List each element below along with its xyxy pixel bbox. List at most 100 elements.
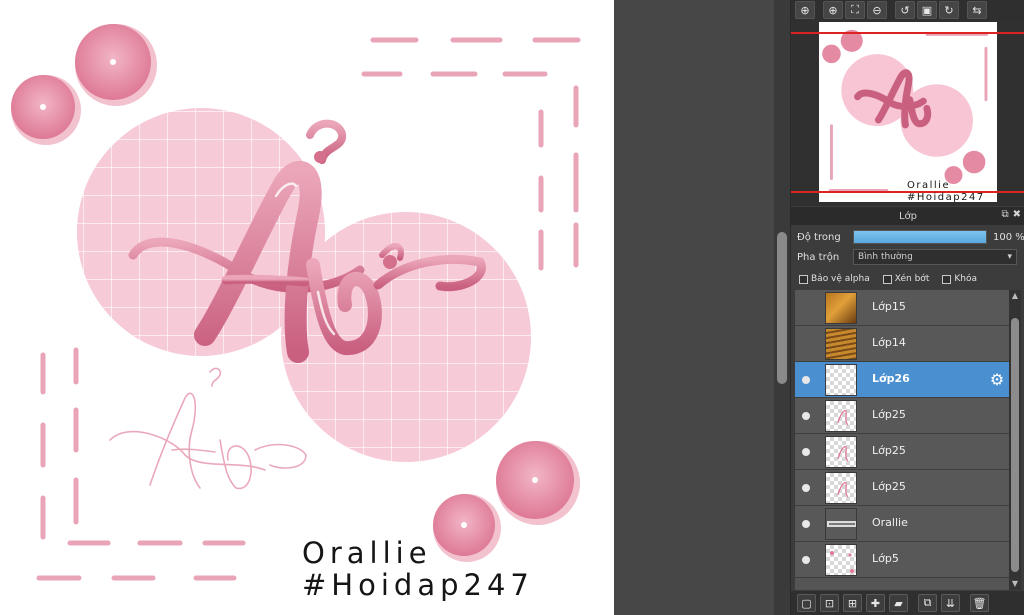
popout-icon[interactable]: ⧉ [1001, 209, 1008, 220]
scroll-up-icon[interactable]: ▲ [1009, 290, 1021, 302]
chevron-down-icon: ▾ [1007, 252, 1012, 262]
layer-thumbnail [825, 328, 857, 360]
signature-tag: #Hoidap247 [302, 568, 534, 602]
rotate-left-icon[interactable]: ↺ [895, 1, 915, 19]
visibility-toggle[interactable] [799, 519, 813, 528]
canvas-vertical-scrollbar[interactable] [774, 0, 790, 615]
sketch-mark [837, 445, 849, 462]
protect-alpha-checkbox[interactable]: Bảo vệ alpha [799, 274, 870, 284]
zoom-fit-icon[interactable]: ⊕ [795, 1, 815, 19]
checkbox-box[interactable] [882, 274, 892, 284]
new-layer-icon[interactable]: ▢ [797, 594, 816, 612]
eye-icon [802, 411, 810, 420]
layer-panel-header: Lớp ⧉ ✖ [791, 207, 1024, 225]
navigator-thumbnail [819, 22, 997, 202]
navigator-toolbar: ⊕ ⊕ ⛶ ⊖ ↺ ▣ ↻ ⇆ [791, 0, 1024, 20]
scroll-down-icon[interactable]: ▼ [1009, 578, 1021, 590]
signature-name: Orallie [302, 536, 432, 570]
fullscreen-icon[interactable]: ▣ [917, 1, 937, 19]
layer-list[interactable]: Lớp15 Lớp14 Lớp26 ⚙ Lớp25 Lớp25 Lớp25 Orallie Lớ… [795, 290, 1009, 590]
sketch-mark [837, 481, 849, 498]
layer-name: Lớp15 [872, 300, 906, 313]
layer-options: Bảo vệ alpha Xén bớt Khóa [791, 270, 1024, 288]
artwork [11, 24, 581, 581]
checkbox-box[interactable] [799, 274, 808, 284]
layer-name: Lớp25 [872, 444, 906, 457]
drawing-canvas[interactable]: Orallie #Hoidap247 [0, 0, 614, 615]
checkbox-box[interactable] [942, 274, 952, 284]
gear-icon[interactable]: ⚙ [987, 370, 1007, 390]
fit-window-icon[interactable]: ⛶ [845, 1, 865, 19]
zoom-out-icon[interactable]: ⊖ [867, 1, 887, 19]
visibility-toggle[interactable] [799, 483, 813, 492]
canvas-background [614, 0, 774, 615]
rotate-right-icon[interactable]: ↻ [939, 1, 959, 19]
layer-thumbnail [825, 400, 857, 432]
layer-list-scroll-thumb[interactable] [1011, 318, 1019, 572]
lock-checkbox[interactable]: Khóa [942, 274, 977, 284]
layer-thumbnail [825, 472, 857, 504]
add-effect-icon[interactable]: ✚ [866, 594, 885, 612]
layer-row[interactable]: Lớp25 [795, 398, 1009, 434]
layer-thumbnail [825, 364, 857, 396]
new-raster-icon[interactable]: ⊡ [820, 594, 839, 612]
layer-row[interactable]: Lớp25 [795, 470, 1009, 506]
layer-row[interactable]: Orallie [795, 506, 1009, 542]
thumbnail-art [822, 29, 989, 192]
eye-icon [802, 375, 810, 384]
duplicate-icon[interactable]: ⧉ [918, 594, 937, 612]
trash-icon[interactable]: 🗑 [970, 594, 989, 612]
opacity-row: Độ trong 100 % [791, 227, 1024, 247]
merge-icon[interactable]: ⇊ [941, 594, 960, 612]
blend-mode-select[interactable]: Bình thường ▾ [853, 249, 1017, 265]
blend-row: Pha trộn Bình thường ▾ [791, 247, 1024, 267]
layer-row[interactable]: Lớp14 [795, 326, 1009, 362]
text-mark [827, 521, 856, 527]
eye-icon [802, 447, 810, 456]
visibility-toggle[interactable] [799, 555, 813, 564]
navigator-preview[interactable]: Orallie #Hoidap247 [791, 20, 1024, 206]
layer-name: Lớp5 [872, 552, 899, 565]
folder-icon[interactable]: ▰ [889, 594, 908, 612]
navigator-signature-tag: #Hoidap247 [907, 192, 985, 203]
layer-panel-title: Lớp [898, 210, 918, 222]
visibility-toggle[interactable] [799, 411, 813, 420]
opacity-label: Độ trong [797, 231, 841, 243]
navigator-view-top [791, 32, 1024, 34]
opacity-slider-fill [854, 231, 986, 243]
eye-icon [802, 519, 810, 528]
side-panel: ⊕ ⊕ ⛶ ⊖ ↺ ▣ ↻ ⇆ Orallie #Hoidap247 Lớp ⧉… [790, 0, 1024, 615]
layer-thumbnail [825, 292, 857, 324]
outline-lettering [109, 367, 307, 490]
layer-name: Lớp26 [872, 372, 910, 385]
layer-row[interactable]: Lớp26 ⚙ [795, 362, 1009, 398]
layer-list-scrollbar[interactable]: ▲ ▼ [1009, 290, 1021, 590]
visibility-toggle[interactable] [799, 375, 813, 384]
layer-thumbnail [825, 508, 857, 540]
opacity-value: 100 % [993, 231, 1024, 243]
layer-row[interactable]: Lớp5 [795, 542, 1009, 578]
paint-app: Orallie #Hoidap247 ⊕ ⊕ ⛶ ⊖ ↺ ▣ ↻ ⇆ Orall… [0, 0, 1024, 615]
opacity-slider[interactable] [853, 230, 987, 244]
layer-name: Lớp25 [872, 408, 906, 421]
visibility-toggle[interactable] [799, 447, 813, 456]
layer-thumbnail [825, 544, 857, 576]
scrollbar-thumb[interactable] [777, 232, 787, 384]
layer-row[interactable]: Lớp25 [795, 434, 1009, 470]
pink-dots-mark [830, 551, 854, 573]
navigator-signature-name: Orallie [907, 180, 951, 191]
close-icon[interactable]: ✖ [1013, 209, 1021, 220]
clipping-label: Xén bớt [894, 274, 930, 284]
sketch-mark [837, 409, 849, 426]
layer-name: Lớp14 [872, 336, 906, 349]
flip-icon[interactable]: ⇆ [967, 1, 987, 19]
clipping-checkbox[interactable]: Xén bớt [882, 274, 930, 284]
eye-icon [802, 555, 810, 564]
protect-alpha-label: Bảo vệ alpha [811, 274, 870, 284]
layer-row[interactable]: Lớp15 [795, 290, 1009, 326]
blend-mode-value: Bình thường [858, 252, 913, 262]
blend-label: Pha trộn [797, 251, 840, 263]
new-layer-set-icon[interactable]: ⊞ [843, 594, 862, 612]
layer-name: Lớp25 [872, 480, 906, 493]
zoom-in-icon[interactable]: ⊕ [823, 1, 843, 19]
